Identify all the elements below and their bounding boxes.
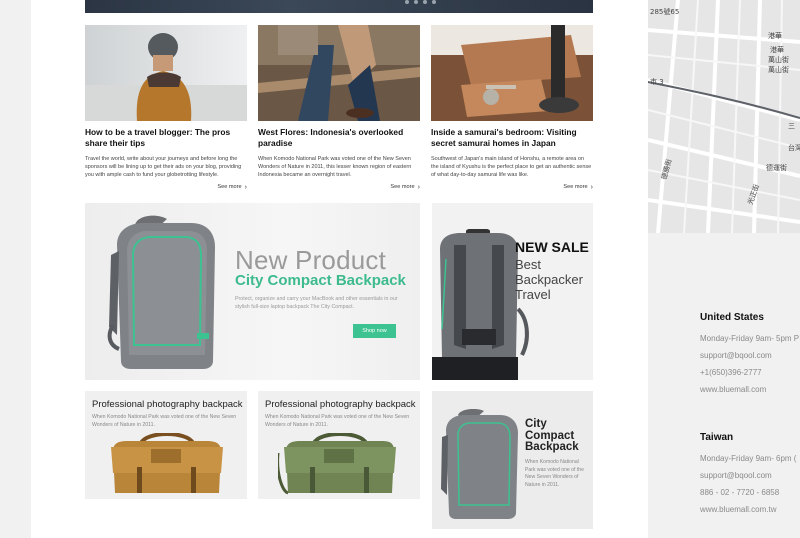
map-label: 萬山街 <box>768 55 789 64</box>
contact-phone[interactable]: +1(650)396-2777 <box>700 368 800 377</box>
contact-email[interactable]: support@bqool.com <box>700 351 800 360</box>
product-title[interactable]: Professional photography backpack <box>265 399 416 410</box>
blog-card[interactable]: How to be a travel blogger: The pros sha… <box>85 25 247 191</box>
map-label: 三 <box>788 122 795 130</box>
contact-region: United States <box>700 312 764 323</box>
product-card[interactable]: Professional photography backpack When K… <box>85 391 247 499</box>
blog-image-workshop[interactable] <box>431 25 593 121</box>
banner-description: Protect, organize and carry your MacBook… <box>235 296 398 310</box>
blog-excerpt: Southwest of Japan's main island of Hons… <box>431 156 592 178</box>
backpack-image <box>441 409 518 519</box>
see-more-link[interactable]: See more › <box>390 184 420 191</box>
blog-title[interactable]: Inside a samurai's bedroom: Visiting sec… <box>431 127 593 149</box>
product-title[interactable]: Professional photography backpack <box>92 399 243 410</box>
blog-excerpt: When Komodo National Park was voted one … <box>258 156 412 178</box>
blog-title[interactable]: How to be a travel blogger: The pros sha… <box>85 127 247 149</box>
sale-title: NEW SALE <box>515 239 589 255</box>
new-sale-banner[interactable]: NEW SALE Best Backpacker Travel <box>432 203 593 380</box>
backpack-image <box>107 215 215 369</box>
blog-excerpt: Travel the world, write about your journ… <box>85 156 242 178</box>
contact-website[interactable]: www.bluemall.com.tw <box>700 505 800 514</box>
slider-dots[interactable] <box>405 0 436 5</box>
map-label: 港華 <box>770 45 784 54</box>
chevron-right-icon: › <box>590 184 593 191</box>
see-more-link[interactable]: See more › <box>563 184 593 191</box>
map-label: 台灣 <box>788 143 800 152</box>
shop-now-button[interactable]: Shop now <box>353 324 396 338</box>
product-description: When Komodo National Park was voted one … <box>265 414 410 428</box>
see-more-link[interactable]: See more › <box>217 184 247 191</box>
map-label: 市 3 <box>650 77 664 86</box>
map-label: 德運街 <box>766 163 787 172</box>
green-camera-bag-image <box>278 433 396 495</box>
blog-image-traveler[interactable] <box>85 25 247 121</box>
contact-website[interactable]: www.bluemall.com <box>700 385 800 394</box>
city-description: When Komodo National Park was voted one … <box>525 459 584 488</box>
product-description: When Komodo National Park was voted one … <box>92 414 237 428</box>
contact-phone[interactable]: 886 - 02 - 7720 - 6858 <box>700 488 800 497</box>
store-map[interactable]: 285號65 港華 港華 萬山街 萬山街 市 3 德運街 光正街 台灣 三 德勝… <box>648 0 800 233</box>
map-label: 萬山街 <box>768 65 789 74</box>
map-label: 港華 <box>768 31 782 40</box>
contact-email[interactable]: support@bqool.com <box>700 471 800 480</box>
product-card[interactable]: Professional photography backpack When K… <box>258 391 420 499</box>
chevron-right-icon: › <box>417 184 420 191</box>
city-compact-banner[interactable]: City Compact Backpack When Komodo Nation… <box>432 391 593 529</box>
blog-card[interactable]: Inside a samurai's bedroom: Visiting sec… <box>431 25 593 191</box>
chevron-right-icon: › <box>244 184 247 191</box>
banner-subtitle: City Compact Backpack <box>235 272 406 289</box>
blog-image-bench[interactable] <box>258 25 420 121</box>
brown-camera-bag-image <box>111 433 223 493</box>
map-label: 285號65 <box>650 7 679 16</box>
sale-subtitle: Best Backpacker Travel <box>515 257 583 302</box>
city-title: City Compact Backpack <box>525 418 579 453</box>
blog-title[interactable]: West Flores: Indonesia's overlooked para… <box>258 127 420 149</box>
contact-taiwan: Taiwan Monday-Friday 9am- 6pm ( support@… <box>700 432 800 514</box>
hero-slider[interactable] <box>85 0 593 13</box>
contact-hours: Monday-Friday 9am- 5pm P <box>700 334 800 343</box>
blog-card[interactable]: West Flores: Indonesia's overlooked para… <box>258 25 420 191</box>
contact-united-states: United States Monday-Friday 9am- 5pm P s… <box>700 312 800 394</box>
contact-hours: Monday-Friday 9am- 6pm ( <box>700 454 797 463</box>
new-product-banner[interactable]: New Product City Compact Backpack Protec… <box>85 203 420 380</box>
contact-region: Taiwan <box>700 432 734 443</box>
